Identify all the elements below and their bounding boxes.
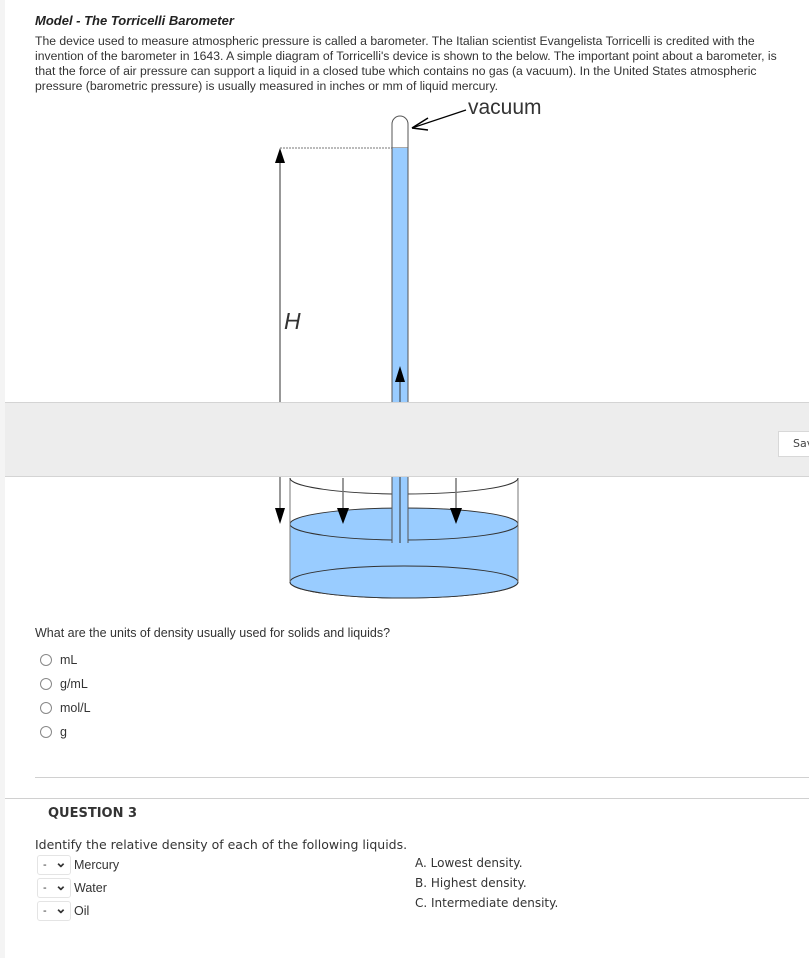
model-title: Model - The Torricelli Barometer <box>35 13 234 28</box>
radio-button[interactable] <box>40 702 52 714</box>
chevron-down-icon: ⌄ <box>55 899 67 916</box>
barometer-diagram <box>275 109 519 599</box>
match-row-oil: - ⌄ Oil <box>37 899 119 922</box>
question-3-title: QUESTION 3 <box>48 806 138 821</box>
item-label: Oil <box>74 903 90 918</box>
question-3-prompt: Identify the relative density of each of… <box>35 837 408 852</box>
tube-vacuum <box>391 115 409 149</box>
option-label: g <box>60 725 67 739</box>
height-arrow-bottom <box>275 508 285 524</box>
divider <box>35 777 809 778</box>
match-row-mercury: - ⌄ Mercury <box>37 853 119 876</box>
option-g-per-ml[interactable]: g/mL <box>40 672 91 696</box>
oil-select[interactable]: - ⌄ <box>37 899 71 921</box>
radio-button[interactable] <box>40 678 52 690</box>
option-label: mol/L <box>60 701 91 715</box>
answer-b: B. Highest density. <box>415 876 527 890</box>
vacuum-label: vacuum <box>468 96 542 119</box>
match-row-water: - ⌄ Water <box>37 876 119 899</box>
answer-a: A. Lowest density. <box>415 856 523 870</box>
save-bar <box>5 402 809 477</box>
option-g[interactable]: g <box>40 720 91 744</box>
height-label: H <box>284 308 301 334</box>
matching-items: - ⌄ Mercury - ⌄ Water - ⌄ Oil <box>37 853 119 922</box>
answer-choices: A. Lowest density. B. Highest density. C… <box>415 856 558 916</box>
item-label: Water <box>74 880 107 895</box>
option-label: g/mL <box>60 677 88 691</box>
chevron-down-icon: ⌄ <box>55 853 67 870</box>
answer-c: C. Intermediate density. <box>415 896 559 910</box>
model-description: The device used to measure atmospheric p… <box>35 34 777 93</box>
option-label: mL <box>60 653 78 667</box>
dish-bottom <box>289 565 519 599</box>
question-2-options: mL g/mL mol/L g <box>40 648 91 744</box>
section-divider <box>5 798 809 799</box>
mercury-select[interactable]: - ⌄ <box>37 853 71 875</box>
chevron-down-icon: ⌄ <box>55 876 67 893</box>
height-arrow-top <box>275 148 285 163</box>
radio-button[interactable] <box>40 654 52 666</box>
save-button[interactable]: Save <box>778 431 809 457</box>
water-select[interactable]: - ⌄ <box>37 876 71 898</box>
radio-button[interactable] <box>40 726 52 738</box>
question-2-prompt: What are the units of density usually us… <box>35 626 391 640</box>
option-ml[interactable]: mL <box>40 648 91 672</box>
item-label: Mercury <box>74 857 120 872</box>
option-mol-per-l[interactable]: mol/L <box>40 696 91 720</box>
